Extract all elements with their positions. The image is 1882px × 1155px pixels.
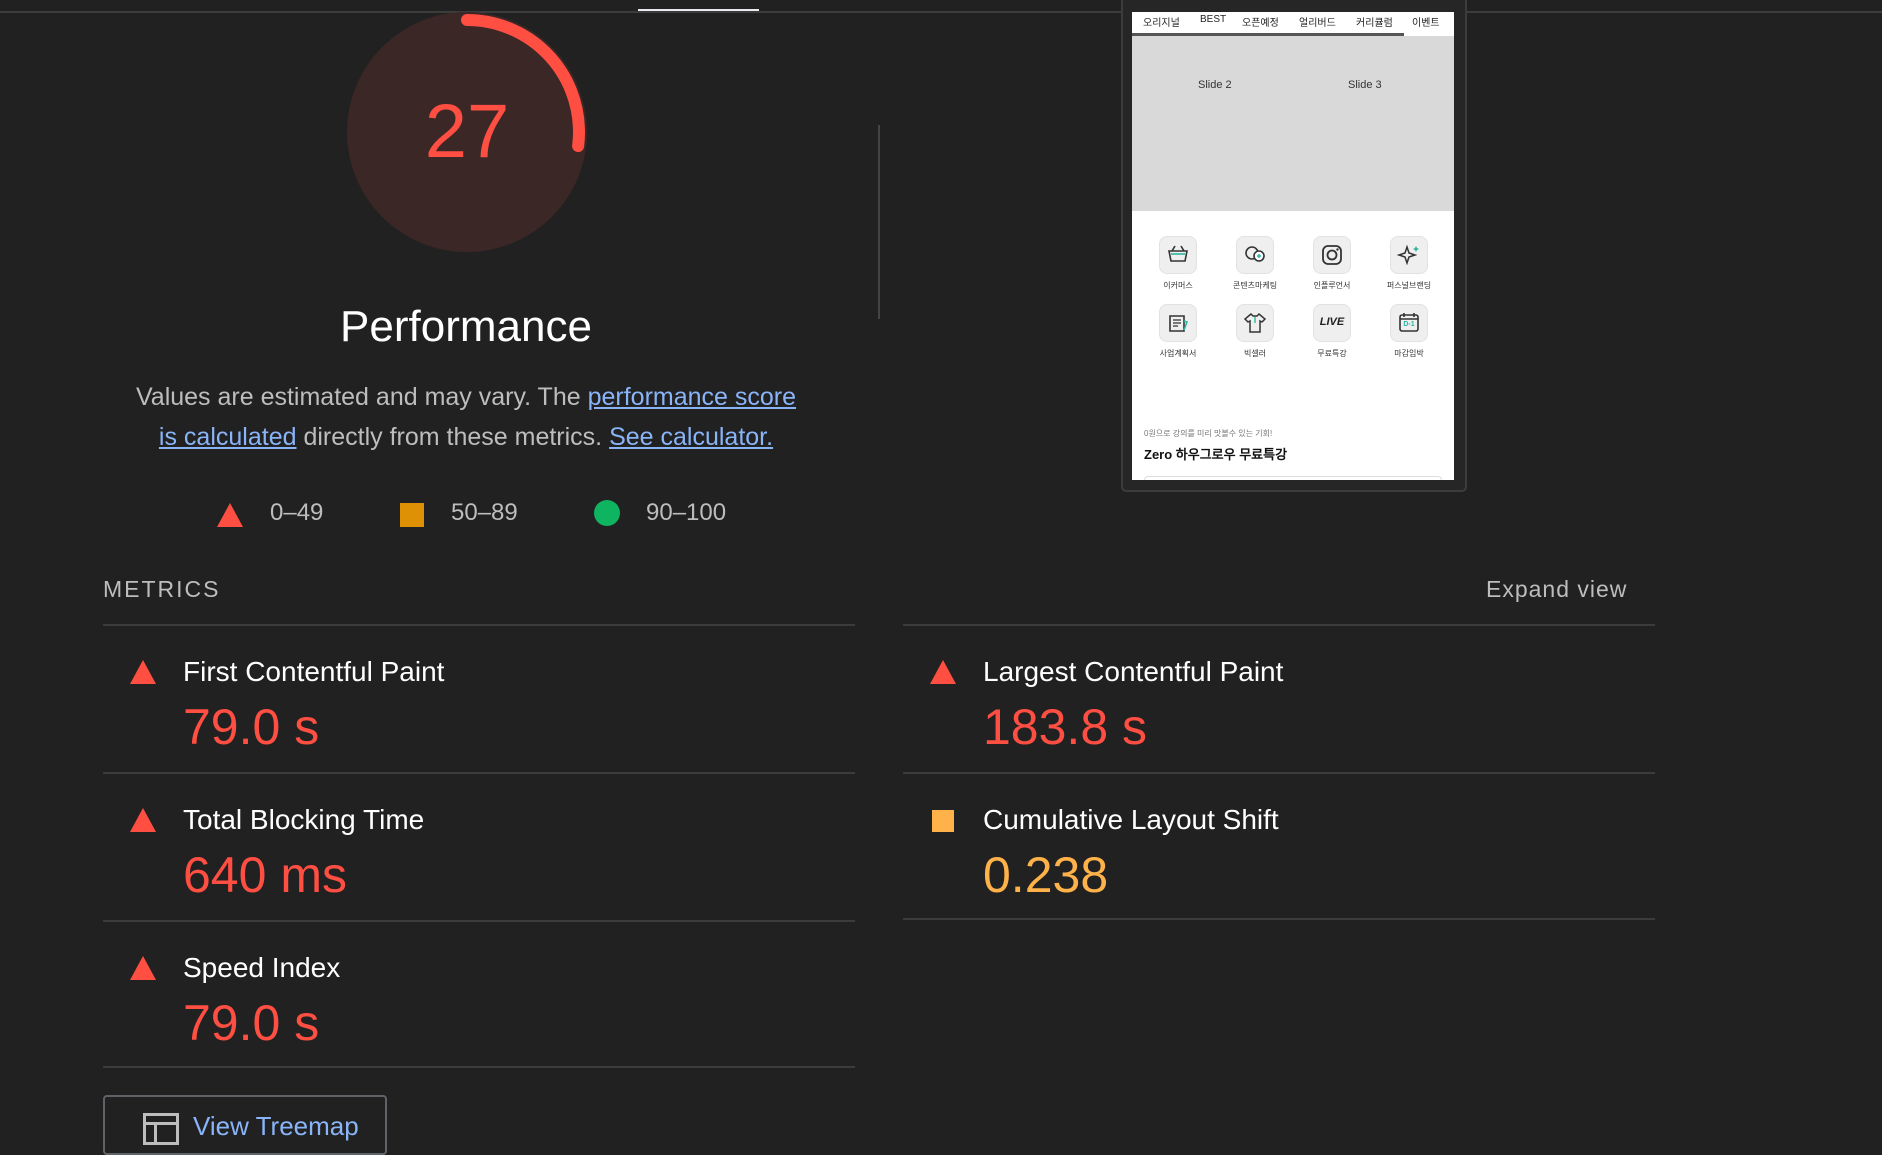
metrics-divider — [903, 918, 1655, 920]
promo-subtitle: 0원으로 강의를 미리 맛볼수 있는 기회! — [1144, 429, 1273, 438]
category-item: LIVE 무료특강 — [1293, 304, 1371, 368]
description-text-middle: directly from these metrics. — [296, 423, 610, 451]
content-marketing-icon — [1236, 236, 1274, 274]
metric-total-blocking-time: Total Blocking Time 640 ms — [103, 774, 855, 920]
preview-tab: 오리지널 — [1143, 18, 1180, 29]
performance-score: 27 — [424, 89, 510, 174]
metric-value: 79.0 s — [183, 699, 320, 755]
fail-triangle-icon — [130, 808, 156, 832]
metrics-heading: METRICS — [103, 576, 221, 602]
metric-value: 640 ms — [183, 847, 347, 903]
metric-title: First Contentful Paint — [183, 656, 445, 687]
basket-icon — [1159, 236, 1197, 274]
category-label: 퍼스널브랜딩 — [1386, 281, 1432, 290]
metric-first-contentful-paint: First Contentful Paint 79.0 s — [103, 626, 855, 772]
category-label: 이커머스 — [1163, 281, 1193, 290]
category-item: 콘텐츠마케팅 — [1216, 236, 1294, 300]
final-screenshot-frame[interactable]: 오리지널 BEST 오픈예정 얼리버드 커리큘럼 이벤트 Slide 2 Sli… — [1121, 0, 1467, 492]
sparkle-icon — [1390, 236, 1428, 274]
fail-triangle-icon — [130, 660, 156, 684]
metric-title: Total Blocking Time — [183, 804, 425, 835]
live-icon: LIVE — [1313, 304, 1351, 342]
active-tab-indicator — [638, 9, 759, 11]
legend-pass-range: 90–100 — [646, 499, 727, 526]
metrics-divider — [103, 1066, 855, 1068]
calendar-icon: D-1 — [1390, 304, 1428, 342]
preview-tab: 오픈예정 — [1242, 18, 1279, 29]
category-label: 빅셀러 — [1243, 349, 1267, 358]
top-tab-strip — [0, 0, 1882, 13]
category-item: D-1 마감임박 — [1370, 304, 1448, 368]
view-treemap-button[interactable]: View Treemap — [103, 1095, 387, 1155]
live-badge-text: LIVE — [1319, 316, 1345, 328]
preview-tab-bar: 오리지널 BEST 오픈예정 얼리버드 커리큘럼 이벤트 — [1132, 12, 1454, 39]
preview-tab: 커리큘럼 — [1356, 18, 1393, 29]
category-item: 이커머스 — [1139, 236, 1217, 300]
metric-title: Cumulative Layout Shift — [983, 804, 1279, 835]
pass-circle-icon — [594, 500, 620, 526]
category-label: 무료특강 — [1317, 349, 1347, 358]
category-label: 콘텐츠마케팅 — [1232, 281, 1278, 290]
calendar-badge-text: D-1 — [1403, 321, 1415, 328]
fail-triangle-icon — [930, 660, 956, 684]
legend-average-range: 50–89 — [451, 499, 518, 526]
metric-value: 79.0 s — [183, 995, 320, 1051]
final-screenshot: 오리지널 BEST 오픈예정 얼리버드 커리큘럼 이벤트 Slide 2 Sli… — [1132, 12, 1454, 480]
average-square-icon — [932, 810, 954, 832]
category-item: 사업계획서 — [1139, 304, 1217, 368]
metric-speed-index: Speed Index 79.0 s — [103, 922, 855, 1068]
treemap-icon — [143, 1113, 179, 1145]
legend-fail-range: 0–49 — [270, 499, 324, 526]
category-item: 인플루언서 — [1293, 236, 1371, 300]
document-icon — [1159, 304, 1197, 342]
average-square-icon — [400, 503, 424, 527]
metric-title: Speed Index — [183, 952, 341, 983]
fail-triangle-icon — [130, 956, 156, 980]
category-label: 마감임박 — [1394, 349, 1424, 358]
metric-largest-contentful-paint: Largest Contentful Paint 183.8 s — [903, 626, 1655, 772]
description-text: Values are estimated and may vary. The — [135, 383, 588, 411]
fail-triangle-icon — [217, 503, 243, 527]
slide-label: Slide 2 — [1198, 79, 1232, 91]
preview-banner: Slide 2 Slide 3 — [1132, 39, 1454, 211]
view-treemap-label: View Treemap — [193, 1111, 359, 1141]
see-calculator-link[interactable]: See calculator. — [609, 423, 773, 451]
metric-value: 183.8 s — [983, 699, 1148, 755]
score-scale-legend: 0–49 50–89 90–100 — [0, 496, 900, 530]
slide-label: Slide 3 — [1348, 79, 1382, 91]
instagram-icon — [1313, 236, 1351, 274]
metric-cumulative-layout-shift: Cumulative Layout Shift 0.238 — [903, 774, 1655, 920]
preview-tab: 얼리버드 — [1299, 18, 1336, 29]
performance-gauge: 27 — [347, 12, 587, 252]
preview-tab: BEST — [1200, 14, 1227, 25]
category-item: 빅셀러 — [1216, 304, 1294, 368]
metric-value: 0.238 — [983, 847, 1109, 903]
preview-tab: 이벤트 — [1412, 18, 1440, 29]
category-item: 퍼스널브랜딩 — [1370, 236, 1448, 300]
category-title: Performance — [340, 302, 592, 351]
category-label: 사업계획서 — [1159, 349, 1197, 358]
vertical-divider — [878, 125, 880, 319]
metric-title: Largest Contentful Paint — [983, 656, 1284, 687]
promo-headline: Zero 하우그로우 무료특강 — [1144, 447, 1288, 462]
shirt-icon — [1236, 304, 1274, 342]
category-label: 인플루언서 — [1313, 281, 1351, 290]
expand-view-toggle[interactable]: Expand view — [1486, 576, 1627, 603]
score-description: Values are estimated and may vary. The p… — [126, 377, 806, 457]
preview-tab-underline — [1132, 33, 1404, 36]
promo-card-edge — [1144, 476, 1442, 480]
